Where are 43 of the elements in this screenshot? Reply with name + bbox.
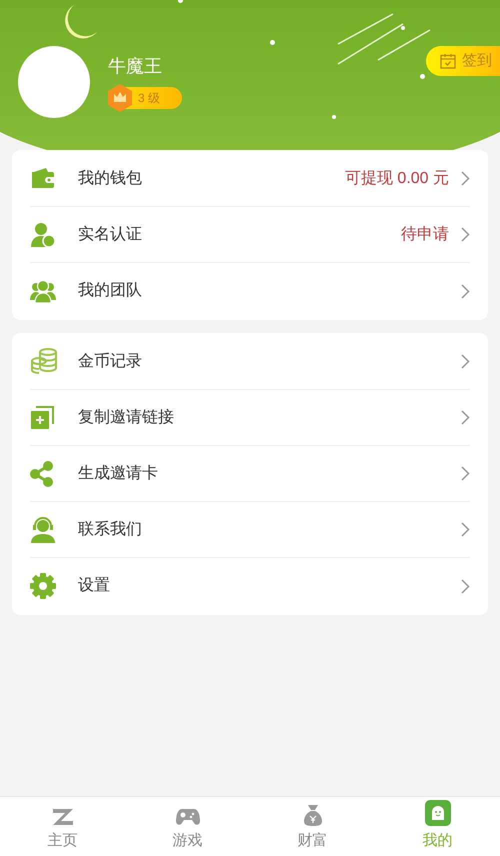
tab-item[interactable]: 主页 [0,797,125,856]
menu-label: 我的钱包 [78,168,142,188]
copy-add-icon [30,406,54,430]
chevron-right-icon [461,354,470,369]
menu-item[interactable]: 复制邀请链接 [30,390,470,446]
group-icon [30,279,56,303]
menu-item[interactable]: 实名认证 待申请 [30,207,470,263]
menu-item[interactable]: 生成邀请卡 [30,446,470,502]
chevron-right-icon [461,410,470,425]
menu-label: 设置 [78,576,110,596]
chevron-right-icon [461,578,470,594]
gamepad-icon [176,808,200,826]
wallet-icon [30,168,56,190]
money-bag-icon [304,804,322,826]
tab-item[interactable]: 游戏 [125,797,250,856]
chevron-right-icon [461,227,470,242]
ghost-face-icon [424,800,450,826]
menu-item[interactable]: 我的钱包 可提现 0.00 元 [30,151,470,207]
menu-label: 复制邀请链接 [78,408,174,428]
calendar-icon [440,53,456,69]
menu-item[interactable]: 金币记录 [30,334,470,390]
menu-label: 实名认证 [78,224,142,244]
menu-value: 可提现 0.00 元 [344,168,449,188]
z-logo-icon [52,808,74,826]
crown-icon [108,84,132,112]
menu-label: 联系我们 [78,520,142,540]
user-name: 牛魔王 [108,55,163,78]
menu-label: 生成邀请卡 [78,464,158,484]
menu-item[interactable]: 设置 [30,558,470,614]
chevron-right-icon [461,466,470,481]
menu-item[interactable]: 联系我们 [30,502,470,558]
settings-icon [30,573,56,599]
tab-item[interactable]: 财富 [250,797,375,856]
chevron-right-icon [461,284,470,298]
share-icon [30,460,54,486]
menu-item[interactable]: 我的团队 [30,263,470,319]
menu-label: 金币记录 [78,352,142,372]
coins-icon [30,348,58,375]
menu-label: 我的团队 [78,280,142,301]
support-agent-icon [30,516,56,542]
chevron-right-icon [461,522,470,537]
menu-value: 待申请 [401,224,449,244]
chevron-right-icon [461,171,470,186]
